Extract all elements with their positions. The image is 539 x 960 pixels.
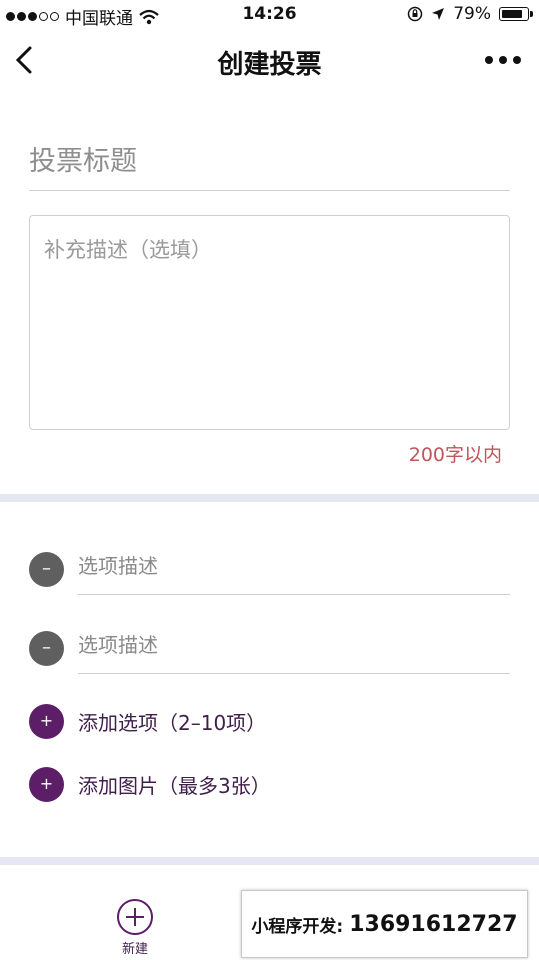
minus-icon: –: [42, 558, 51, 579]
contact-banner: 小程序开发: 13691612727: [241, 890, 528, 958]
remove-option-button[interactable]: –: [29, 552, 64, 587]
option-input[interactable]: [78, 617, 510, 674]
status-bar: 中国联通 14:26 79%: [0, 0, 539, 30]
banner-label: 小程序开发:: [251, 916, 344, 937]
add-option-button[interactable]: + 添加选项（2–10项）: [29, 701, 266, 741]
remove-option-button[interactable]: –: [29, 631, 64, 666]
more-dots-icon[interactable]: [485, 56, 521, 64]
plus-icon: +: [29, 703, 64, 739]
tab-new-label: 新建: [121, 942, 148, 957]
option-row: –: [29, 617, 510, 677]
status-right: 79%: [407, 4, 533, 24]
plus-icon: +: [29, 766, 64, 802]
add-image-label: 添加图片（最多3张）: [78, 773, 271, 798]
battery-icon: [499, 7, 533, 21]
orientation-lock-icon: [407, 6, 423, 22]
banner-phone: 13691612727: [349, 911, 518, 937]
section-divider: [0, 857, 539, 865]
description-textarea[interactable]: [29, 215, 510, 430]
location-arrow-icon: [432, 8, 445, 20]
option-input[interactable]: [78, 538, 510, 595]
vote-title-input[interactable]: [29, 132, 510, 191]
add-image-button[interactable]: + 添加图片（最多3张）: [29, 764, 271, 804]
add-circle-icon: [117, 899, 153, 935]
minus-icon: –: [42, 637, 51, 658]
battery-percent: 79%: [453, 4, 491, 24]
tab-new[interactable]: 新建: [110, 899, 160, 957]
section-divider: [0, 494, 539, 502]
nav-bar: 创建投票: [0, 30, 539, 90]
add-option-label: 添加选项（2–10项）: [78, 710, 267, 735]
char-limit-hint: 200字以内: [408, 444, 502, 466]
page-title: 创建投票: [217, 50, 322, 80]
option-row: –: [29, 538, 510, 598]
